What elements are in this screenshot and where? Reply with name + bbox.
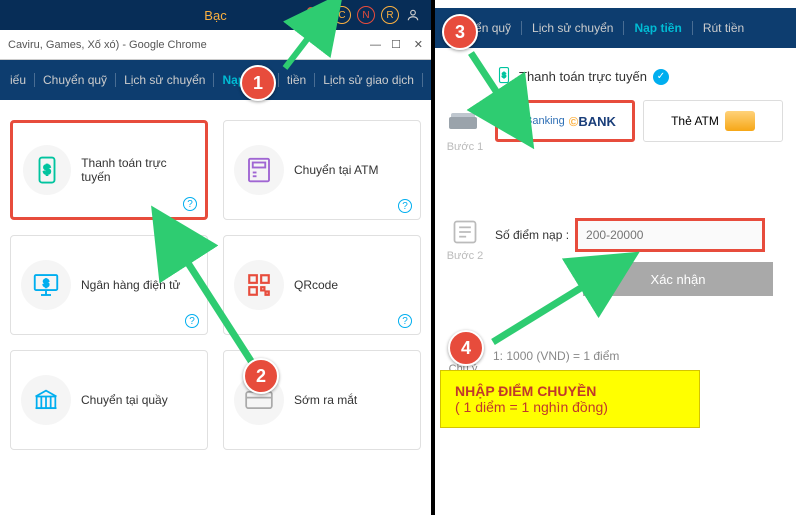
- arrow-4: [485, 260, 625, 353]
- svg-text:$: $: [44, 163, 51, 177]
- tab-history[interactable]: Lịch sử chuyển: [115, 73, 213, 87]
- card-label: Sớm ra mắt: [294, 393, 357, 407]
- help-icon[interactable]: ?: [398, 199, 412, 213]
- user-icon[interactable]: [405, 7, 421, 23]
- n-icon[interactable]: N: [357, 6, 375, 24]
- deposit-input[interactable]: [575, 218, 765, 252]
- annotation-4: 4: [448, 330, 484, 366]
- step2-col: Bước 2: [435, 218, 495, 262]
- tab-balance[interactable]: iếu: [2, 73, 34, 87]
- card-atm-transfer[interactable]: Chuyển tại ATM ?: [223, 120, 421, 220]
- card-label: Thanh toán trực tuyến: [81, 156, 195, 184]
- form-icon: [449, 218, 481, 246]
- window-minimize[interactable]: —: [370, 39, 381, 51]
- annotation-2: 2: [243, 358, 279, 394]
- help-icon[interactable]: ?: [183, 197, 197, 211]
- card-label: QRcode: [294, 278, 338, 292]
- window-close[interactable]: ✕: [414, 38, 423, 51]
- box-line2: ( 1 diểm = 1 nghìn đồng): [455, 399, 685, 415]
- rtab-deposit[interactable]: Nạp tiền: [623, 21, 691, 35]
- tab-promo[interactable]: Khuyến m: [422, 73, 431, 87]
- bank-icon: [21, 375, 71, 425]
- nav-tabs-left: iếu Chuyển quỹ Lịch sử chuyển Nạp tiền t…: [0, 60, 431, 100]
- arrow-1: [280, 8, 340, 81]
- rtab-withdraw[interactable]: Rút tiền: [692, 21, 754, 35]
- site-top-bar: Bạc C N R: [0, 0, 431, 30]
- provider-row: E-Banking ©BANK Thẻ ATM: [495, 100, 786, 142]
- annotation-3: 3: [442, 14, 478, 50]
- svg-text:$: $: [43, 278, 49, 289]
- card-label: Chuyển tại quầy: [81, 393, 168, 407]
- deposit-label: Số điểm nạp :: [495, 228, 569, 242]
- the-atm-label: Thẻ ATM: [671, 114, 719, 128]
- arrow-3: [463, 45, 533, 138]
- help-icon[interactable]: ?: [398, 314, 412, 328]
- check-icon: ✓: [653, 69, 669, 85]
- monitor-dollar-icon: $: [21, 260, 71, 310]
- r-icon[interactable]: R: [381, 6, 399, 24]
- step1-label: Bước 1: [435, 141, 495, 153]
- card-label: Chuyển tại ATM: [294, 163, 378, 177]
- phone-money-icon: $: [23, 145, 71, 195]
- nav-tabs-right: Chuyển quỹ Lịch sử chuyển Nạp tiền Rút t…: [435, 8, 796, 48]
- step1-content: $ Thanh toán trực tuyến ✓ E-Banking ©BAN…: [495, 63, 796, 142]
- selected-method-label: Thanh toán trực tuyến: [519, 69, 647, 84]
- tab-transfer[interactable]: Chuyển quỹ: [34, 73, 115, 87]
- annotation-1: 1: [240, 65, 276, 101]
- chrome-title-bar: Caviru, Games, Xố xó) - Google Chrome — …: [0, 30, 431, 60]
- rtab-history[interactable]: Lịch sử chuyển: [521, 21, 623, 35]
- selected-method-row: $ Thanh toán trực tuyến ✓: [495, 63, 786, 90]
- provider-atm-card[interactable]: Thẻ ATM: [643, 100, 783, 142]
- obank-logo: ©BANK: [569, 114, 616, 129]
- deposit-row: Số điểm nạp :: [495, 218, 786, 252]
- card-online-payment[interactable]: $ Thanh toán trực tuyến ?: [10, 120, 208, 220]
- chrome-title: Caviru, Games, Xố xó) - Google Chrome: [8, 39, 207, 51]
- window-maximize[interactable]: ☐: [391, 38, 401, 51]
- atm-icon: [234, 145, 284, 195]
- member-level: Bạc: [204, 8, 226, 23]
- box-line1: NHẬP ĐIỂM CHUYỀN: [455, 383, 685, 399]
- annotation-box: NHẬP ĐIỂM CHUYỀN ( 1 diểm = 1 nghìn đồng…: [440, 370, 700, 428]
- atm-card-icon: [725, 111, 755, 131]
